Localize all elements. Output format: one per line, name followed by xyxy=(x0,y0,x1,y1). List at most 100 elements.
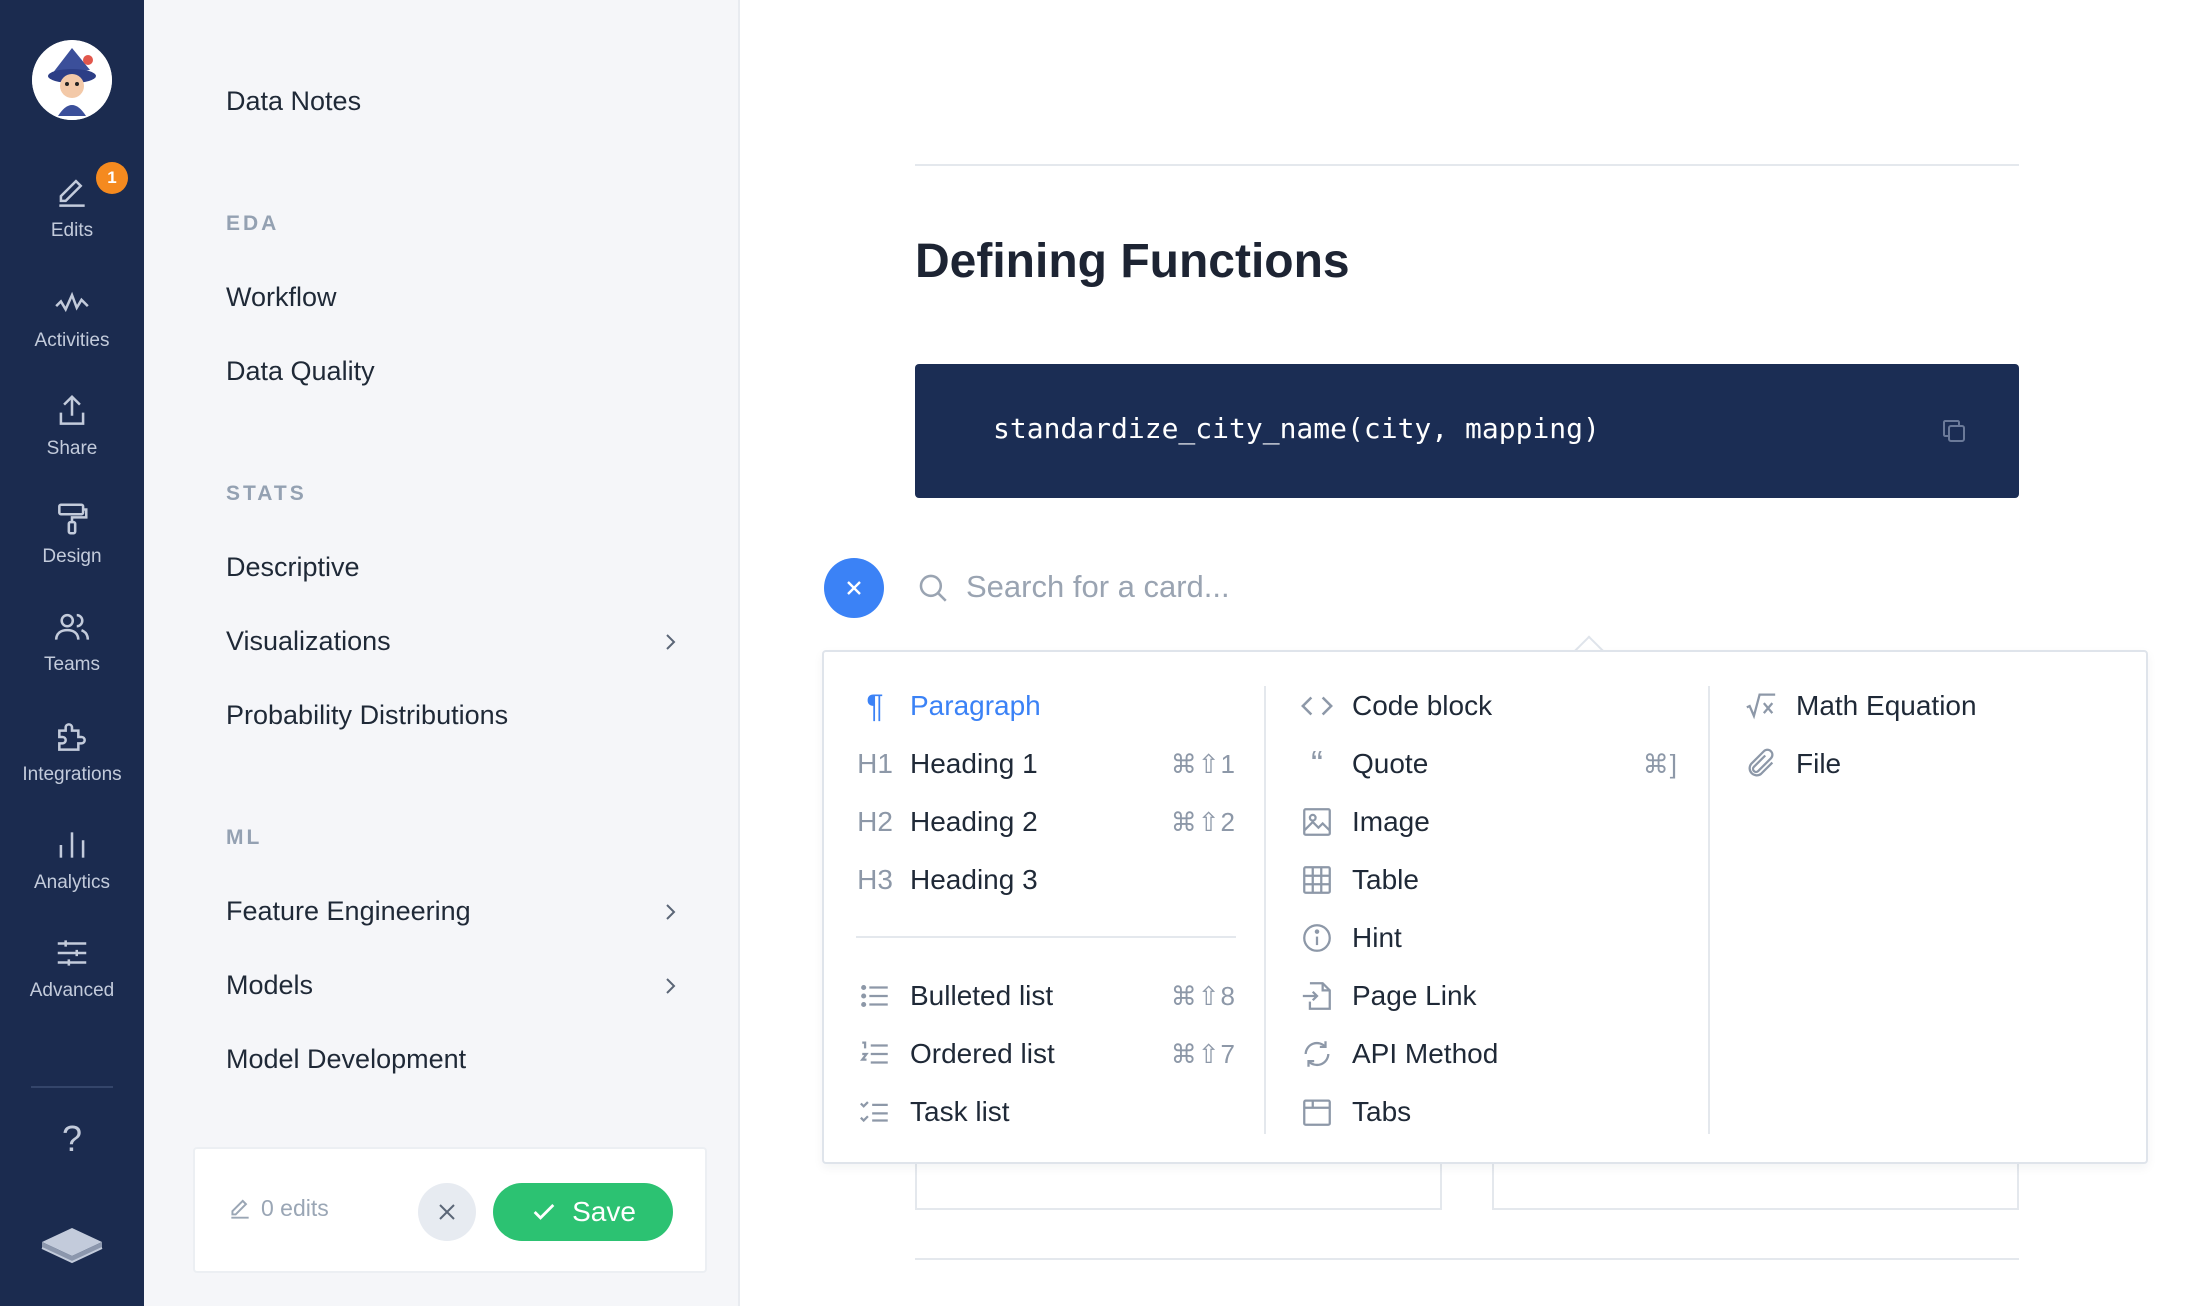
copy-icon[interactable] xyxy=(1939,416,1969,446)
menu-item-heading-3[interactable]: H3 Heading 3 xyxy=(856,858,1236,902)
menu-item-paragraph[interactable]: ¶ Paragraph xyxy=(856,684,1236,728)
menu-column-divider xyxy=(1708,686,1710,1134)
avatar[interactable] xyxy=(32,40,112,120)
rail-item-analytics[interactable]: Analytics xyxy=(0,826,144,926)
shortcut: ⌘⇧2 xyxy=(1170,806,1236,837)
menu-item-label: File xyxy=(1796,748,1842,779)
menu-item-label: Page Link xyxy=(1352,980,1477,1011)
image-icon xyxy=(1298,803,1336,841)
rail-item-integrations[interactable]: Integrations xyxy=(0,718,144,818)
users-icon xyxy=(54,613,90,640)
rail-item-design[interactable]: Design xyxy=(0,500,144,600)
paint-roller-icon xyxy=(58,503,88,535)
task-list-icon xyxy=(856,1093,894,1131)
menu-item-quote[interactable]: “ Quote ⌘] xyxy=(1298,742,1678,786)
sidebar-item-models[interactable]: Models xyxy=(226,970,313,1001)
chevron-right-icon[interactable] xyxy=(658,900,682,924)
activity-icon xyxy=(55,291,89,313)
menu-item-task-list[interactable]: Task list xyxy=(856,1090,1236,1134)
rail-item-activities[interactable]: Activities xyxy=(0,284,144,384)
sidebar-item-descriptive[interactable]: Descriptive xyxy=(226,552,360,583)
code-icon xyxy=(1298,687,1336,725)
menu-separator xyxy=(856,936,1236,938)
menu-item-label: Ordered list xyxy=(910,1038,1055,1069)
shortcut: ⌘⇧1 xyxy=(1170,748,1236,779)
menu-item-file[interactable]: File xyxy=(1742,742,2122,786)
card-search-input[interactable] xyxy=(966,564,1666,610)
rail-item-advanced[interactable]: Advanced xyxy=(0,934,144,1034)
menu-item-label: Bulleted list xyxy=(910,980,1054,1011)
menu-item-hint[interactable]: Hint xyxy=(1298,916,1678,960)
heading-3-icon: H3 xyxy=(857,864,893,895)
close-icon xyxy=(847,581,861,595)
left-rail: Edits 1 Activities Share Design Teams In… xyxy=(0,0,144,1306)
sidebar-item-data-notes[interactable]: Data Notes xyxy=(226,86,361,117)
close-card-search-button[interactable] xyxy=(824,558,884,618)
rail-item-teams[interactable]: Teams xyxy=(0,608,144,708)
menu-item-bulleted-list[interactable]: Bulleted list ⌘⇧8 xyxy=(856,974,1236,1018)
rail-label-share: Share xyxy=(46,438,98,459)
card-peek xyxy=(915,1160,1442,1210)
paperclip-icon xyxy=(1742,745,1780,783)
menu-item-code-block[interactable]: Code block xyxy=(1298,684,1678,728)
edits-count: 0 edits xyxy=(227,1195,329,1222)
sliders-icon xyxy=(57,940,87,966)
divider xyxy=(915,164,2019,166)
menu-item-api-method[interactable]: API Method xyxy=(1298,1032,1678,1076)
search-icon xyxy=(919,574,947,602)
sidebar-item-workflow[interactable]: Workflow xyxy=(226,282,337,313)
chevron-right-icon[interactable] xyxy=(658,630,682,654)
menu-item-heading-1[interactable]: H1 Heading 1 ⌘⇧1 xyxy=(856,742,1236,786)
menu-column-divider xyxy=(1264,686,1266,1134)
menu-item-math-equation[interactable]: Math Equation xyxy=(1742,684,2122,728)
quote-icon: “ xyxy=(1311,743,1323,784)
sidebar-item-probability-distributions[interactable]: Probability Distributions xyxy=(226,700,508,731)
menu-item-label: Task list xyxy=(910,1096,1010,1127)
menu-item-label: API Method xyxy=(1352,1038,1499,1069)
sidebar: Data Notes EDA Workflow Data Quality STA… xyxy=(144,0,740,1306)
save-bar: 0 edits Save xyxy=(193,1147,707,1273)
sidebar-item-visualizations[interactable]: Visualizations xyxy=(226,626,391,657)
rail-label-advanced: Advanced xyxy=(29,980,115,1001)
menu-item-label: Table xyxy=(1352,864,1419,895)
chevron-right-icon[interactable] xyxy=(658,974,682,998)
shortcut: ⌘] xyxy=(1642,748,1678,779)
save-label: Save xyxy=(572,1196,636,1227)
divider xyxy=(915,1258,2019,1260)
menu-item-ordered-list[interactable]: Ordered list ⌘⇧7 xyxy=(856,1032,1236,1076)
rail-label-activities: Activities xyxy=(34,330,110,351)
menu-item-heading-2[interactable]: H2 Heading 2 ⌘⇧2 xyxy=(856,800,1236,844)
page-link-icon xyxy=(1298,977,1336,1015)
rail-label-analytics: Analytics xyxy=(33,872,111,893)
menu-item-page-link[interactable]: Page Link xyxy=(1298,974,1678,1018)
discard-button[interactable] xyxy=(418,1183,476,1241)
sidebar-group-eda: EDA xyxy=(226,212,280,235)
menu-item-tabs[interactable]: Tabs xyxy=(1298,1090,1678,1134)
edits-count-label: 0 edits xyxy=(261,1195,329,1221)
code-block: standardize_city_name(city, mapping) xyxy=(915,364,2019,498)
save-button[interactable]: Save xyxy=(493,1183,673,1241)
puzzle-icon xyxy=(58,723,86,751)
menu-item-label: Heading 2 xyxy=(910,806,1038,837)
rail-label-integrations: Integrations xyxy=(22,764,122,785)
menu-item-label: Heading 3 xyxy=(910,864,1038,895)
rail-label-design: Design xyxy=(42,546,102,567)
card-peek xyxy=(1492,1160,2019,1210)
sidebar-item-model-development[interactable]: Model Development xyxy=(226,1044,466,1075)
help-icon[interactable]: ? xyxy=(50,1118,94,1166)
menu-item-label: Quote xyxy=(1352,748,1429,779)
sidebar-item-data-quality[interactable]: Data Quality xyxy=(226,356,375,387)
logo-icon[interactable] xyxy=(38,1218,106,1270)
avatar-icon xyxy=(32,40,112,120)
sidebar-item-feature-engineering[interactable]: Feature Engineering xyxy=(226,896,471,927)
rail-divider xyxy=(31,1086,113,1088)
menu-item-label: Heading 1 xyxy=(910,748,1038,779)
menu-item-table[interactable]: Table xyxy=(1298,858,1678,902)
menu-item-label: Code block xyxy=(1352,690,1493,721)
rail-item-share[interactable]: Share xyxy=(0,392,144,492)
tabs-icon xyxy=(1298,1093,1336,1131)
rail-label-teams: Teams xyxy=(44,654,100,675)
shortcut: ⌘⇧7 xyxy=(1170,1038,1236,1069)
menu-item-label: Hint xyxy=(1352,922,1402,953)
menu-item-image[interactable]: Image xyxy=(1298,800,1678,844)
